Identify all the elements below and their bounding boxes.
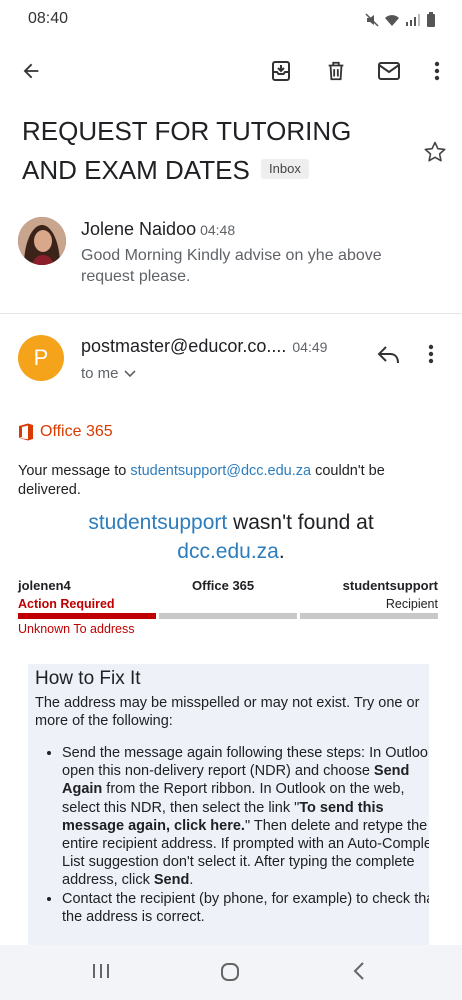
inbox-label-badge[interactable]: Inbox: [261, 159, 309, 180]
reply-icon: [377, 346, 399, 364]
recents-icon: [93, 964, 109, 978]
office-logo-icon: [19, 423, 33, 441]
recipient-column-title: studentsupport: [342, 578, 438, 593]
message-time: 04:49: [292, 339, 328, 355]
intro-text: Your message to: [18, 463, 131, 479]
fix-step: Send the message again following these s…: [62, 744, 429, 890]
star-button[interactable]: [423, 140, 447, 169]
message-more-button[interactable]: [428, 344, 434, 369]
status-bar-recipient: [300, 613, 438, 619]
more-vert-icon: [434, 61, 440, 81]
status-bar-office365: [159, 613, 297, 619]
fix-step: Contact the recipient (by phone, for exa…: [62, 890, 429, 926]
battery-icon: [427, 12, 435, 27]
status-bar: 08:40: [0, 0, 462, 40]
sender-name: postmaster@educor.co....: [81, 336, 287, 356]
sender-line: postmaster@educor.co.... 04:49: [81, 336, 327, 357]
delete-icon: [328, 61, 344, 81]
email-subject: REQUEST FOR TUTORING AND EXAM DATES Inbo…: [22, 112, 402, 190]
more-vert-icon: [428, 344, 434, 364]
wifi-icon: [385, 14, 399, 26]
fix-steps-list: Send the message again following these s…: [35, 744, 429, 926]
nf-end: .: [278, 540, 285, 563]
recipient-email-link[interactable]: studentsupport@dcc.edu.za: [130, 463, 311, 479]
status-time: 08:40: [28, 10, 69, 27]
sender-name: Jolene Naidoo: [81, 219, 197, 239]
home-icon: [221, 963, 239, 981]
how-to-fix-section: How to Fix It The address may be misspel…: [28, 664, 429, 954]
delete-button[interactable]: [323, 58, 349, 84]
message-time: 04:48: [200, 222, 236, 238]
avatar: P: [18, 335, 64, 381]
not-found-heading: studentsupport wasn't found at dcc.edu.z…: [18, 508, 444, 566]
nf-domain: dcc.edu.za: [177, 540, 279, 563]
collapsed-message[interactable]: Jolene Naidoo 04:48 Good Morning Kindly a…: [0, 205, 462, 314]
ndr-intro: Your message to studentsupport@dcc.edu.z…: [18, 462, 438, 500]
mark-unread-button[interactable]: [376, 58, 402, 84]
office365-column-title: Office 365: [192, 578, 255, 593]
fix-title: How to Fix It: [35, 668, 141, 689]
recipient-label: Recipient: [385, 597, 438, 611]
message-snippet: Good Morning Kindly advise on yhe above …: [81, 247, 382, 285]
home-button[interactable]: [219, 961, 241, 988]
nav-back-icon: [353, 962, 364, 980]
nav-back-button[interactable]: [350, 961, 368, 986]
system-nav-bar: [0, 945, 462, 1000]
brand-name: Office 365: [40, 423, 113, 440]
back-button[interactable]: [18, 58, 44, 84]
nf-user: studentsupport: [88, 511, 228, 534]
back-icon: [23, 63, 39, 79]
archive-button[interactable]: [268, 58, 294, 84]
reply-button[interactable]: [377, 344, 401, 371]
sender-column-title: jolenen4: [18, 578, 71, 593]
recents-button[interactable]: [90, 961, 112, 986]
mark-unread-icon: [378, 62, 400, 80]
nf-mid: wasn't found at: [227, 511, 374, 534]
fix-intro: The address may be misspelled or may not…: [35, 695, 420, 729]
archive-icon: [272, 61, 290, 81]
recipient-label: to me: [81, 365, 119, 382]
more-options-button[interactable]: [424, 58, 450, 84]
error-message: Unknown To address: [18, 622, 135, 636]
recipient-details-toggle[interactable]: to me: [81, 365, 136, 382]
avatar: [18, 217, 66, 265]
action-required-label: Action Required: [18, 597, 115, 611]
toolbar: [0, 48, 462, 94]
status-icons: [365, 12, 436, 27]
star-icon: [424, 141, 446, 162]
chevron-down-icon: [123, 369, 136, 377]
office365-logo: Office 365: [18, 423, 113, 441]
status-bar-sender: [18, 613, 156, 619]
mute-icon: [365, 12, 379, 27]
sender-line: Jolene Naidoo 04:48: [81, 219, 235, 240]
signal-icon: [406, 13, 420, 26]
